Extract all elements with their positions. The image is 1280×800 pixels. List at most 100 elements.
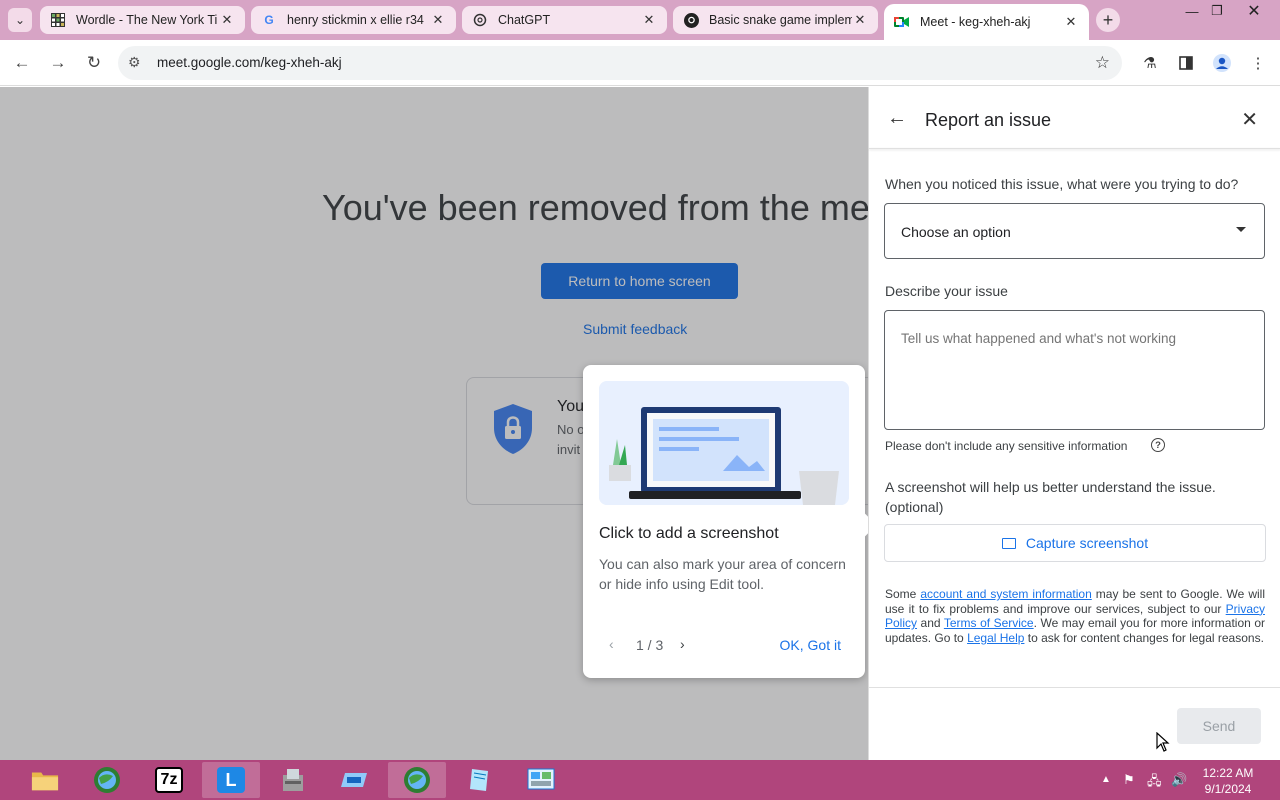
capture-label: Capture screenshot bbox=[1025, 535, 1149, 551]
dropdown-caret-icon bbox=[1236, 227, 1246, 232]
minimize-icon: — bbox=[1185, 3, 1199, 19]
legal-text: to ask for content changes for legal rea… bbox=[1024, 630, 1264, 645]
taskbar-lync[interactable]: L bbox=[202, 762, 260, 798]
report-issue-panel: ← Report an issue ✕ When you noticed thi… bbox=[868, 87, 1280, 760]
monitor-icon bbox=[1001, 537, 1016, 549]
tab-github[interactable]: Basic snake game implem ✕ bbox=[673, 6, 878, 34]
divider bbox=[869, 687, 1280, 688]
browser-globe-icon bbox=[403, 767, 431, 793]
tip-description: You can also mark your area of concern o… bbox=[599, 556, 846, 592]
menu-kebab-icon[interactable]: ⋮ bbox=[1248, 53, 1268, 73]
close-icon[interactable]: ✕ bbox=[852, 12, 868, 28]
sensitive-info-hint: Please don't include any sensitive infor… bbox=[885, 439, 1128, 453]
arrow-right-icon: → bbox=[49, 53, 67, 72]
google-g-icon: G bbox=[264, 13, 274, 27]
url-text[interactable]: meet.google.com/keg-xheh-akj bbox=[157, 55, 342, 70]
taskbar-control-panel[interactable] bbox=[512, 762, 570, 798]
restore-icon: ❐ bbox=[1211, 3, 1223, 18]
terms-of-service-link[interactable]: Terms of Service bbox=[944, 616, 1034, 630]
ok-got-it-button[interactable]: OK, Got it bbox=[780, 637, 841, 653]
account-info-link[interactable]: account and system information bbox=[920, 587, 1091, 601]
tab-meet[interactable]: Meet - keg-xheh-akj ✕ bbox=[884, 4, 1089, 40]
legal-help-link[interactable]: Legal Help bbox=[967, 631, 1024, 645]
labs-flask-icon[interactable]: ⚗ bbox=[1140, 53, 1160, 73]
network-icon[interactable]: 🖧 bbox=[1147, 772, 1162, 794]
activity-select[interactable]: Choose an option bbox=[884, 203, 1265, 259]
tab-chatgpt[interactable]: ChatGPT ✕ bbox=[462, 6, 667, 34]
taskbar-browser-active[interactable] bbox=[388, 762, 446, 798]
tip-title: Click to add a screenshot bbox=[599, 525, 779, 542]
close-icon[interactable]: ✕ bbox=[430, 12, 446, 28]
tab-title: Wordle - The New York Ti bbox=[76, 13, 218, 27]
system-clock[interactable]: 12:22 AM 9/1/2024 bbox=[1196, 765, 1260, 797]
tab-google-search[interactable]: G henry stickmin x ellie r34 ✕ bbox=[251, 6, 456, 34]
panel-title: Report an issue bbox=[925, 110, 1052, 130]
clock-date: 9/1/2024 bbox=[1204, 782, 1252, 796]
close-icon: ✕ bbox=[1247, 3, 1261, 20]
side-panel-icon[interactable] bbox=[1176, 53, 1196, 73]
forward-button[interactable]: → bbox=[46, 51, 70, 75]
legal-notice: Some account and system information may … bbox=[885, 587, 1265, 645]
address-bar[interactable]: ⚙ meet.google.com/keg-xheh-akj ☆ bbox=[118, 46, 1122, 80]
capture-screenshot-button[interactable]: Capture screenshot bbox=[884, 524, 1266, 562]
taskbar: 7z L ▲ ⚑ 🖧 🔊 12:22 AM 9/1/2024 bbox=[0, 760, 1280, 800]
close-icon[interactable]: ✕ bbox=[641, 12, 657, 28]
reload-button[interactable]: ↻ bbox=[82, 51, 106, 75]
describe-issue-label: Describe your issue bbox=[885, 283, 1008, 299]
close-icon[interactable]: ✕ bbox=[1241, 107, 1258, 132]
restore-button[interactable]: ❐ bbox=[1201, 0, 1233, 22]
close-window-button[interactable]: ✕ bbox=[1238, 0, 1270, 22]
help-circle-icon[interactable]: ? bbox=[1151, 438, 1165, 452]
mouse-pointer-icon bbox=[1156, 732, 1170, 752]
previous-step-chevron-icon[interactable]: ‹ bbox=[609, 636, 614, 652]
taskbar-browser[interactable] bbox=[78, 762, 136, 798]
tab-strip: ⌄ Wordle - The New York Ti ✕ G henry sti… bbox=[0, 0, 1280, 40]
new-tab-button[interactable]: + bbox=[1096, 8, 1120, 32]
next-step-chevron-icon[interactable]: › bbox=[680, 636, 685, 652]
file-explorer-icon bbox=[31, 767, 59, 793]
tab-title: henry stickmin x ellie r34 bbox=[287, 13, 424, 27]
plus-icon: + bbox=[1102, 9, 1114, 30]
taskbar-file-explorer[interactable] bbox=[16, 762, 74, 798]
browser-toolbar: ← → ↻ ⚙ meet.google.com/keg-xheh-akj ☆ ⚗… bbox=[0, 40, 1280, 86]
select-value: Choose an option bbox=[901, 224, 1011, 240]
back-button[interactable]: ← bbox=[10, 51, 34, 75]
bookmark-star-icon[interactable]: ☆ bbox=[1095, 53, 1110, 73]
tab-title: Basic snake game implem bbox=[709, 13, 852, 27]
tray-expand-icon[interactable]: ▲ bbox=[1101, 774, 1111, 785]
taskbar-drive[interactable] bbox=[326, 762, 384, 798]
notepad-icon bbox=[465, 767, 493, 793]
taskbar-installer[interactable] bbox=[264, 762, 322, 798]
taskbar-notepad[interactable] bbox=[450, 762, 508, 798]
installer-icon bbox=[279, 767, 307, 793]
site-settings-icon[interactable]: ⚙ bbox=[128, 54, 141, 71]
meet-icon bbox=[894, 14, 910, 30]
browser-globe-icon bbox=[93, 767, 121, 793]
lync-icon: L bbox=[217, 767, 245, 793]
legal-text: Some bbox=[885, 587, 921, 601]
taskbar-7zip[interactable]: 7z bbox=[140, 762, 198, 798]
laptop-illustration bbox=[599, 381, 849, 505]
tip-pager: 1 / 3 bbox=[636, 637, 664, 653]
issue-description-textarea[interactable] bbox=[884, 310, 1265, 430]
divider bbox=[869, 148, 1280, 149]
send-button[interactable]: Send bbox=[1177, 708, 1261, 744]
back-arrow-icon[interactable]: ← bbox=[887, 107, 907, 130]
arrow-left-icon: ← bbox=[13, 53, 31, 72]
screenshot-help-text: A screenshot will help us better underst… bbox=[885, 479, 1216, 515]
activity-question-label: When you noticed this issue, what were y… bbox=[885, 176, 1239, 192]
drive-icon bbox=[341, 767, 369, 793]
chatgpt-icon bbox=[472, 12, 488, 28]
volume-icon[interactable]: 🔊 bbox=[1171, 772, 1187, 788]
reload-icon: ↻ bbox=[86, 53, 102, 72]
tab-search-button[interactable]: ⌄ bbox=[8, 8, 32, 32]
7zip-icon: 7z bbox=[155, 767, 183, 793]
action-center-flag-icon[interactable]: ⚑ bbox=[1123, 772, 1135, 788]
profile-avatar-icon[interactable] bbox=[1212, 53, 1232, 73]
github-icon bbox=[683, 12, 699, 28]
chevron-down-icon: ⌄ bbox=[14, 13, 26, 27]
tab-wordle[interactable]: Wordle - The New York Ti ✕ bbox=[40, 6, 245, 34]
close-icon[interactable]: ✕ bbox=[219, 12, 235, 28]
legal-text: and bbox=[917, 616, 944, 631]
close-icon[interactable]: ✕ bbox=[1063, 14, 1079, 30]
